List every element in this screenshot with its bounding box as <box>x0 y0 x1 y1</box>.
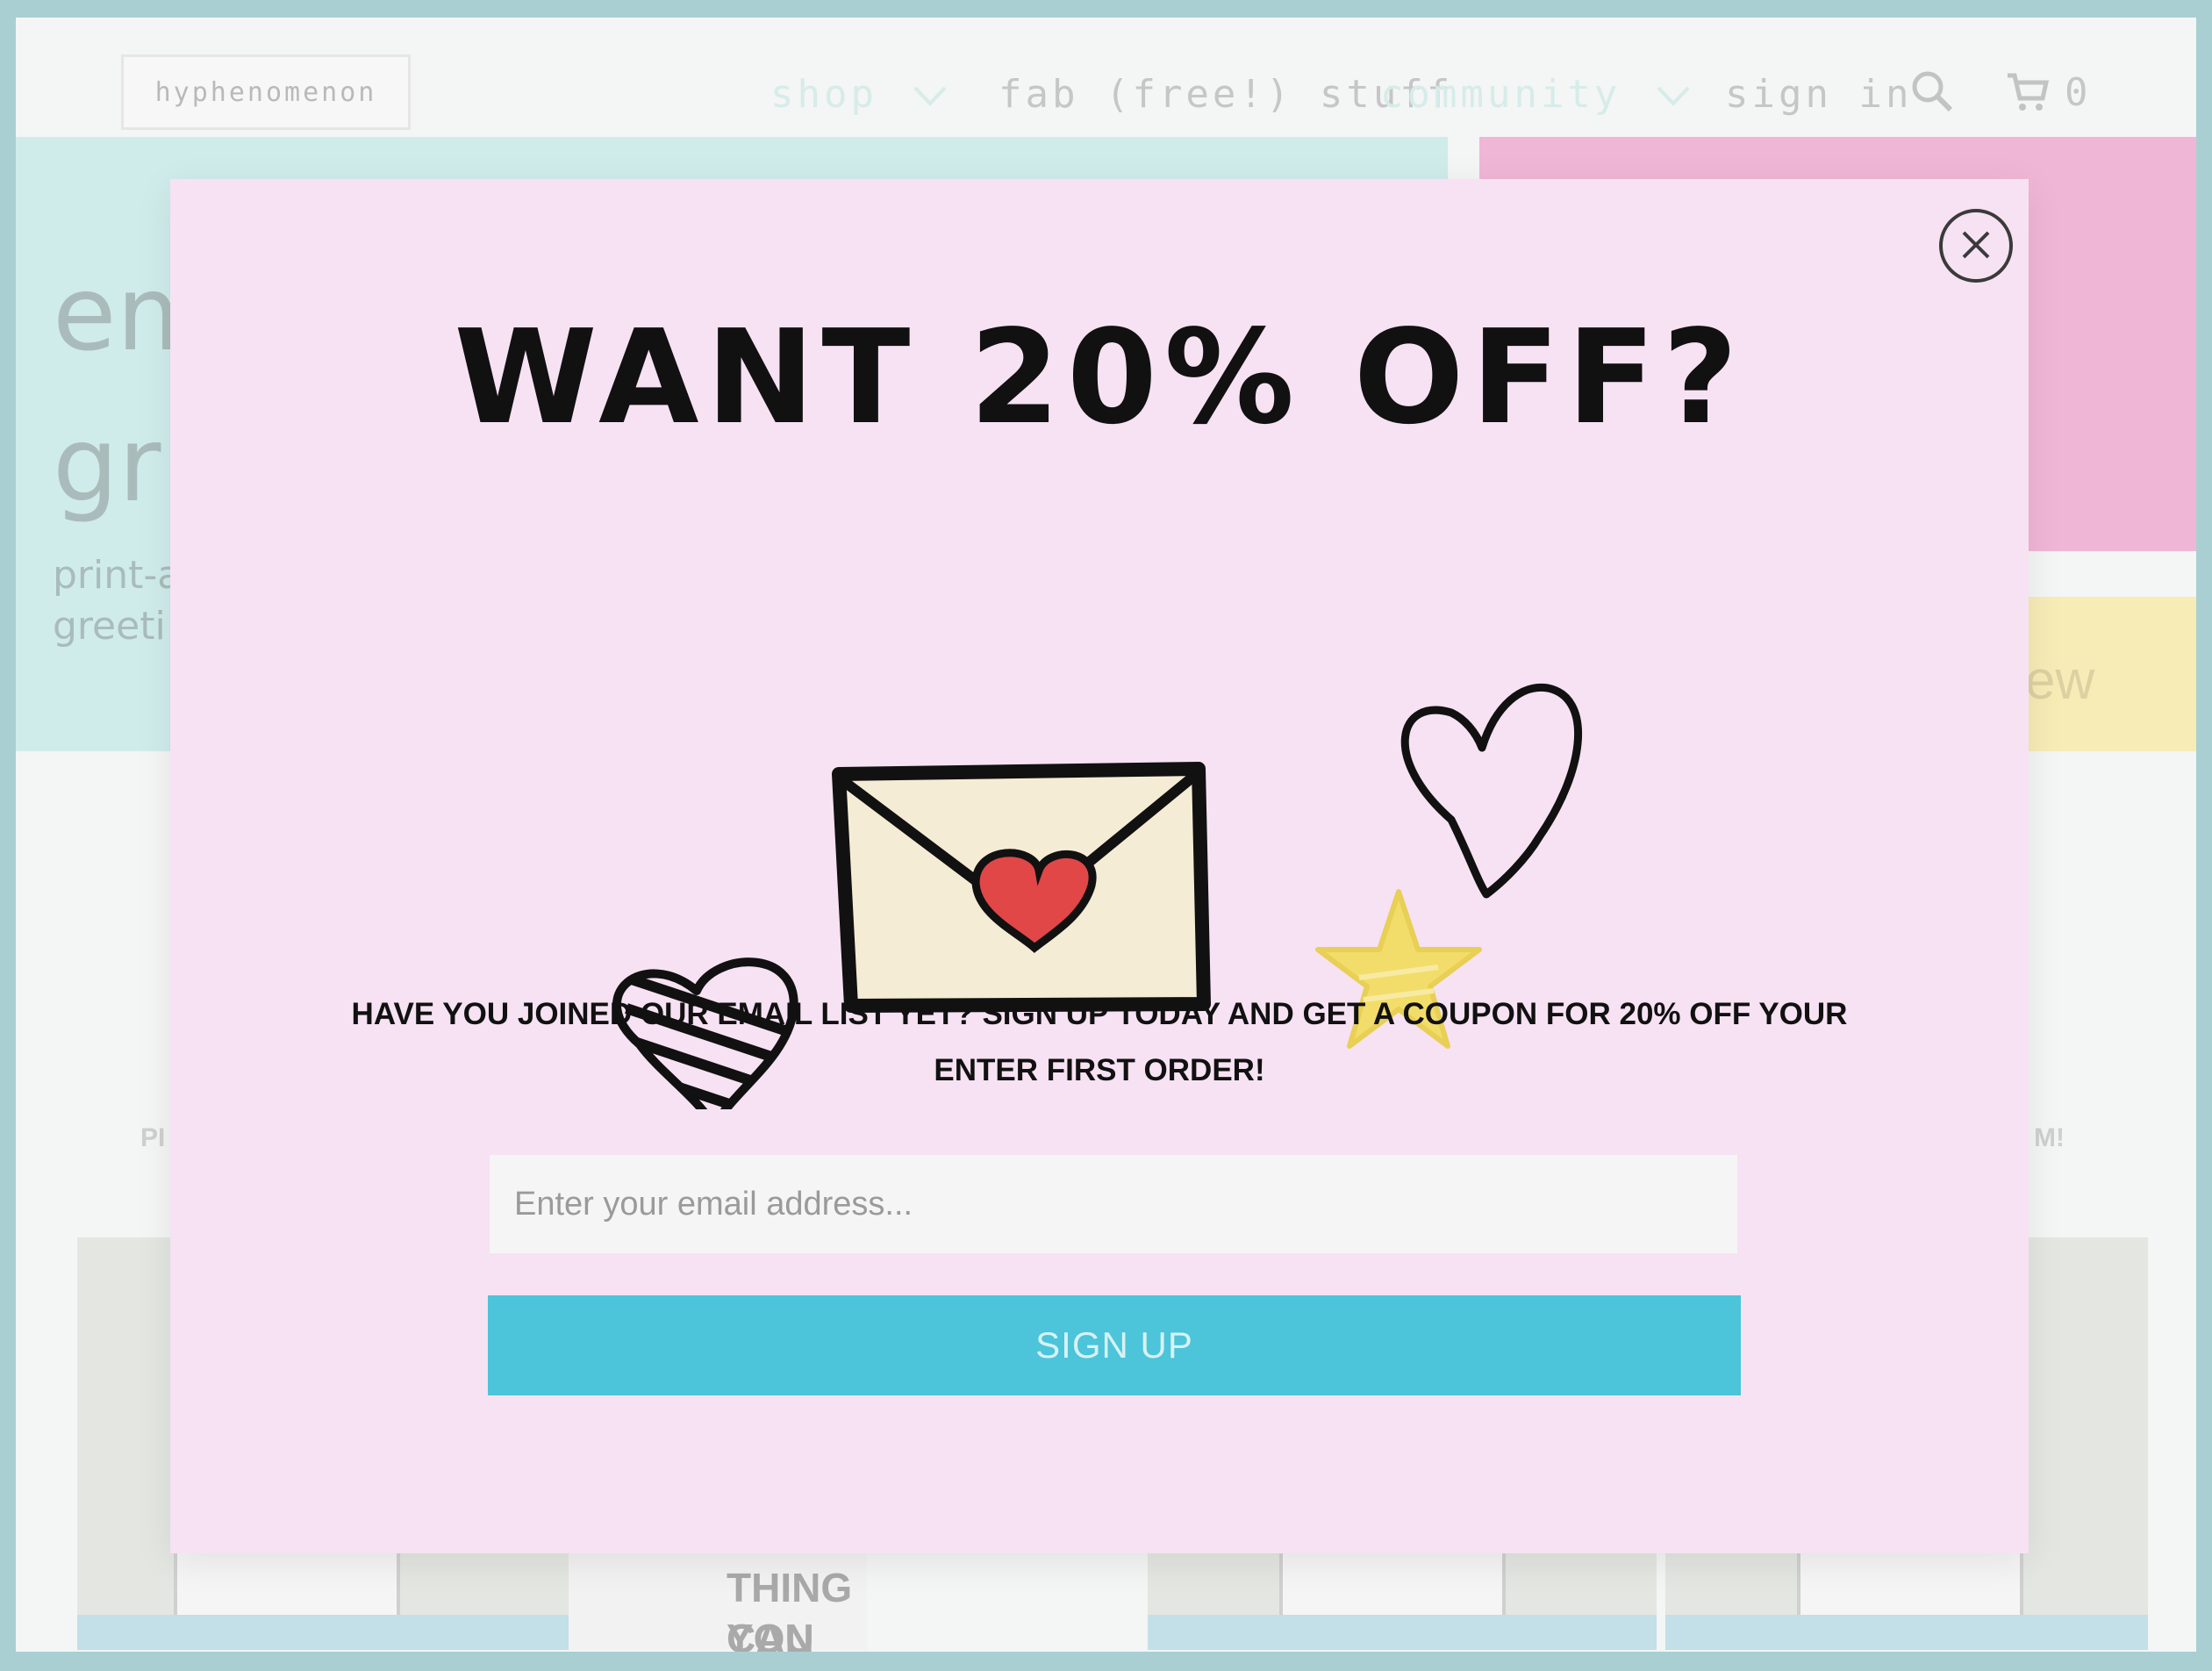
search-icon[interactable] <box>1909 68 1955 118</box>
product-strip <box>1665 1615 2148 1650</box>
site-logo[interactable]: hyphenomenon <box>121 54 411 130</box>
section-heading-fragment-left: PI <box>140 1123 166 1152</box>
nav-community[interactable]: community <box>1380 63 1691 125</box>
product-strip <box>77 1615 569 1650</box>
outline-heart-icon <box>1400 683 1582 899</box>
product-label-text: CAN WEAR <box>727 1616 814 1652</box>
close-button[interactable] <box>1939 209 2013 283</box>
sign-up-button[interactable]: SIGN UP <box>488 1295 1741 1395</box>
chevron-down-icon <box>1656 72 1691 117</box>
popup-headline: WANT 20% OFF? <box>454 302 1745 453</box>
hero-subtitle-line2: greeti <box>53 604 166 649</box>
chevron-down-icon <box>913 72 948 117</box>
envelope-icon <box>832 762 1211 1013</box>
section-heading-fragment-right: M! <box>2034 1123 2065 1152</box>
page-frame: hyphenomenon shop fab (free!) stuff comm… <box>16 18 2196 1652</box>
cart-icon[interactable] <box>2006 68 2051 118</box>
nav-sign-in[interactable]: sign in <box>1725 63 1912 125</box>
nav-community-label: community <box>1380 71 1621 117</box>
cart-count: 0 <box>2065 70 2088 115</box>
discount-popup-modal: WANT 20% OFF? HAVE YOU JOINED OUR EMAIL … <box>170 179 2029 1553</box>
product-strip <box>1148 1615 1657 1650</box>
email-input[interactable] <box>490 1155 1737 1253</box>
popup-message-line2: ENTER FIRST ORDER! <box>934 1053 1265 1087</box>
nav-shop[interactable]: shop <box>770 63 948 125</box>
promo-button-label: ew <box>2025 650 2095 711</box>
popup-message-line1: HAVE YOU JOINED OUR EMAIL LIST YET? SIGN… <box>351 997 1848 1031</box>
close-icon <box>1957 226 1995 267</box>
hero-heading-line2: gr <box>53 404 161 525</box>
popup-message: HAVE YOU JOINED OUR EMAIL LIST YET? SIGN… <box>240 986 1958 1099</box>
nav-shop-label: shop <box>770 71 877 117</box>
hero-subtitle-line1: print-a <box>53 553 182 598</box>
